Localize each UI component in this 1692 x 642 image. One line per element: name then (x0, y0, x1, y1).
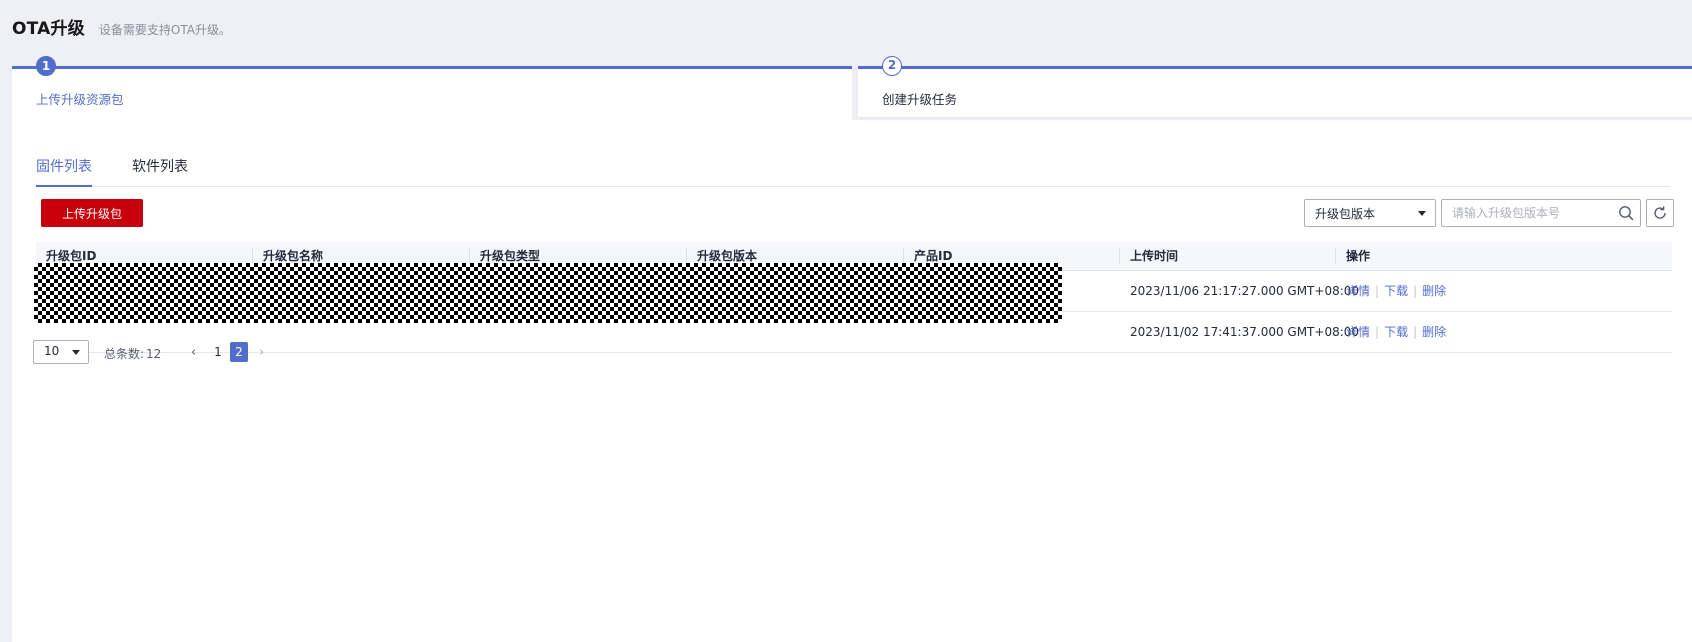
filter-select-value: 升级包版本 (1315, 207, 1376, 221)
chevron-left-icon[interactable]: ‹ (191, 345, 196, 360)
action-separator: | (1413, 284, 1418, 298)
upload-package-button[interactable]: 上传升级包 (41, 199, 143, 227)
step-create-task[interactable]: 2 创建升级任务 (858, 56, 1692, 117)
page-header: OTA升级 设备需要支持OTA升级。 (12, 14, 231, 39)
upload-time-cell: 2023/11/06 21:17:27.000 GMT+08:00 (1130, 284, 1360, 298)
redacted-area (34, 263, 1062, 323)
step-number-2: 2 (882, 56, 902, 76)
page-button-2[interactable]: 2 (230, 342, 248, 362)
page-title: OTA升级 (12, 19, 85, 39)
page-size-select[interactable]: 10 (33, 340, 89, 364)
upload-time-cell: 2023/11/02 17:41:37.000 GMT+08:00 (1130, 325, 1360, 339)
step-label-upload: 上传升级资源包 (36, 92, 124, 107)
details-link[interactable]: 详情 (1346, 325, 1370, 339)
delete-link[interactable]: 删除 (1422, 284, 1446, 298)
refresh-icon (1654, 206, 1666, 219)
download-link[interactable]: 下载 (1384, 284, 1408, 298)
page-button-1[interactable]: 1 (209, 342, 227, 362)
action-separator: | (1413, 325, 1418, 339)
tab-bar: 固件列表 软件列表 (36, 156, 1670, 187)
column-header-upload-time: 上传时间 (1130, 249, 1179, 263)
actions-cell: 详情 | 下载 | 删除 (1336, 312, 1446, 352)
step-label-create-task: 创建升级任务 (882, 92, 958, 107)
column-header-actions: 操作 (1346, 249, 1371, 263)
download-link[interactable]: 下载 (1384, 325, 1408, 339)
steps-bar: 1 上传升级资源包 2 创建升级任务 (12, 56, 1692, 126)
action-separator: | (1375, 284, 1380, 298)
total-count-label: 总条数: (104, 347, 145, 361)
total-count: 总条数: 12 (104, 345, 161, 362)
actions-cell: 详情 | 下载 | 删除 (1336, 271, 1446, 311)
action-separator: | (1375, 325, 1380, 339)
tab-software-list[interactable]: 软件列表 (132, 156, 188, 185)
delete-link[interactable]: 删除 (1422, 325, 1446, 339)
total-count-value: 12 (146, 347, 162, 361)
filter-select[interactable]: 升级包版本 (1304, 199, 1436, 227)
refresh-button[interactable] (1646, 199, 1674, 227)
search-box (1441, 199, 1641, 227)
search-icon[interactable] (1618, 205, 1634, 221)
caret-down-icon (1418, 211, 1426, 216)
chevron-right-icon[interactable]: › (259, 345, 264, 360)
step-upload-package[interactable]: 1 上传升级资源包 (12, 56, 852, 123)
search-input[interactable] (1442, 200, 1622, 226)
page-subtitle: 设备需要支持OTA升级。 (98, 23, 231, 37)
page-size-value: 10 (44, 344, 60, 358)
tab-firmware-list[interactable]: 固件列表 (36, 156, 92, 187)
details-link[interactable]: 详情 (1346, 284, 1370, 298)
caret-down-icon (72, 350, 80, 355)
step-number-1: 1 (36, 56, 56, 76)
pagination: 10 总条数: 12 ‹ 1 2 › (33, 340, 433, 364)
main-panel: 固件列表 软件列表 上传升级包 升级包版本 升级包ID 升级包名称 升级包类型 … (12, 120, 1692, 642)
